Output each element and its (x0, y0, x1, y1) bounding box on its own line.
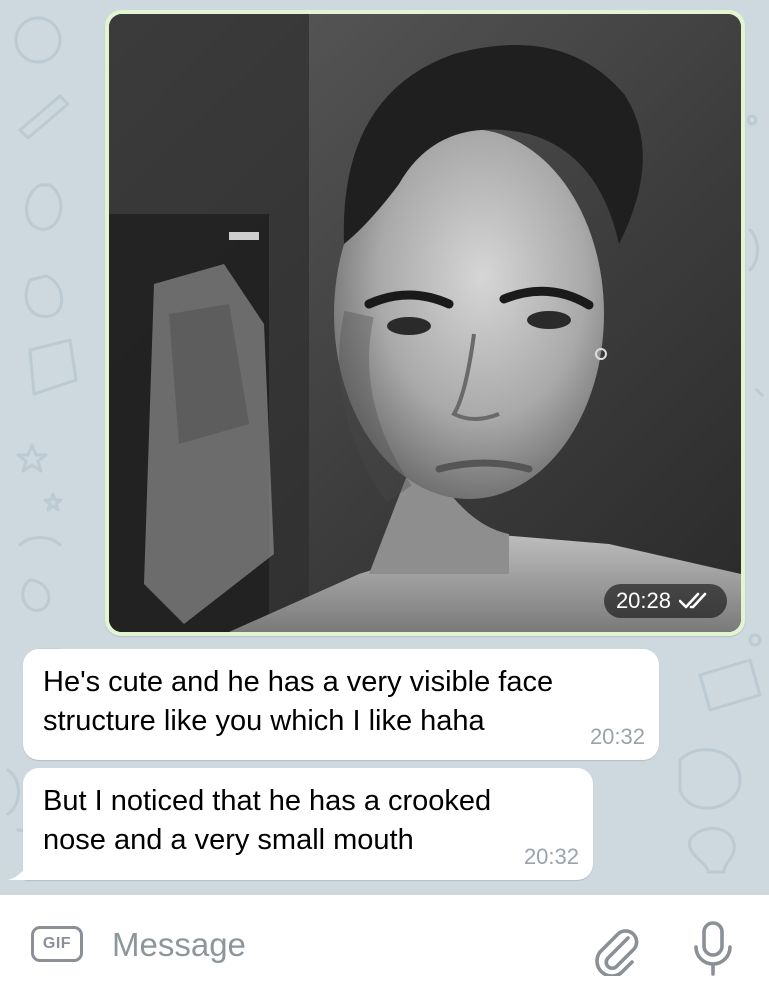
double-check-icon (679, 592, 707, 609)
message-input-bar: GIF (0, 895, 769, 1000)
photo-attachment[interactable]: 20:28 (109, 14, 741, 632)
paperclip-icon[interactable] (590, 924, 642, 976)
photo-time: 20:28 (615, 588, 671, 613)
outgoing-photo-message[interactable]: 20:28 (105, 10, 745, 636)
message-text: He's cute and he has a very visible face… (43, 666, 554, 737)
message-time: 20:32 (523, 844, 579, 869)
message-text: But I noticed that he has a crooked nose… (43, 785, 492, 856)
bubble-tail (8, 862, 28, 880)
microphone-icon[interactable] (690, 920, 736, 978)
message-input[interactable] (112, 921, 532, 969)
chat-area[interactable]: 20:28 He's cute and he has a very visibl… (0, 0, 769, 895)
incoming-message[interactable]: But I noticed that he has a crooked nose… (23, 768, 593, 880)
portrait-photo (109, 14, 741, 632)
incoming-message[interactable]: He's cute and he has a very visible face… (23, 649, 659, 760)
photo-time-badge: 20:28 (603, 584, 727, 618)
gif-button[interactable]: GIF (31, 926, 83, 962)
message-time: 20:32 (589, 724, 645, 749)
